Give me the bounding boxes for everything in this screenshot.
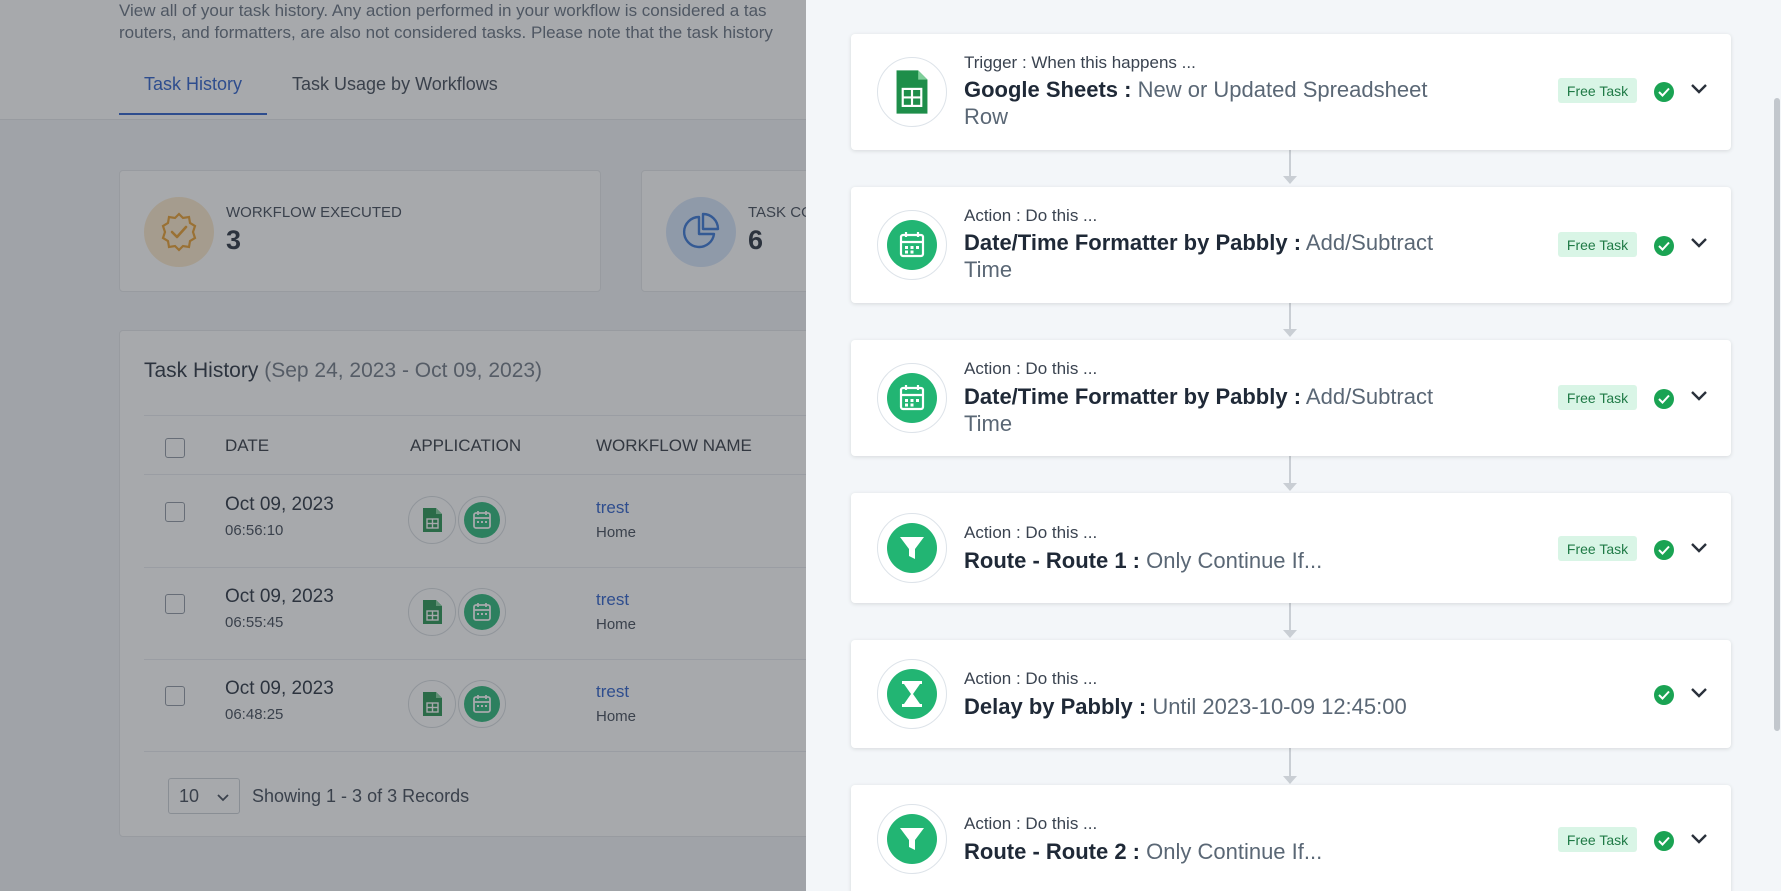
calendar-icon [877, 210, 947, 280]
step-type: Trigger : When this happens ... [964, 53, 1196, 72]
calendar-icon [877, 363, 947, 433]
drawer-scrollbar[interactable] [1773, 0, 1781, 891]
connector-arrow [1283, 630, 1297, 638]
step-connector [1289, 603, 1291, 631]
connector-arrow [1283, 329, 1297, 337]
step-type: Action : Do this ... [964, 523, 1098, 542]
success-check-icon [1654, 389, 1674, 409]
connector-arrow [1283, 483, 1297, 491]
filter-icon [877, 513, 947, 583]
workflow-step-trigger[interactable]: Trigger : When this happens ... Google S… [851, 34, 1731, 150]
free-task-badge: Free Task [1558, 385, 1637, 410]
connector-arrow [1283, 176, 1297, 184]
filter-icon [877, 804, 947, 874]
workflow-step-delay[interactable]: Action : Do this ... Delay by Pabbly : U… [851, 640, 1731, 748]
step-connector [1289, 748, 1291, 777]
step-type: Action : Do this ... [964, 359, 1098, 378]
hourglass-icon [877, 659, 947, 729]
step-type: Action : Do this ... [964, 669, 1098, 688]
chevron-down-icon[interactable] [1689, 537, 1709, 557]
step-type: Action : Do this ... [964, 814, 1098, 833]
step-title: Route - Route 1 : Only Continue If... [964, 548, 1323, 573]
step-title: Google Sheets : New or Updated Spreadshe… [964, 77, 1428, 129]
chevron-down-icon[interactable] [1689, 232, 1709, 252]
workflow-steps-drawer: Trigger : When this happens ... Google S… [806, 0, 1781, 891]
step-connector [1289, 456, 1291, 484]
success-check-icon [1654, 82, 1674, 102]
modal-backdrop[interactable] [0, 0, 806, 891]
chevron-down-icon[interactable] [1689, 78, 1709, 98]
step-title: Date/Time Formatter by Pabbly : Add/Subt… [964, 384, 1434, 436]
success-check-icon [1654, 236, 1674, 256]
free-task-badge: Free Task [1558, 232, 1637, 257]
step-title: Date/Time Formatter by Pabbly : Add/Subt… [964, 230, 1434, 282]
success-check-icon [1654, 540, 1674, 560]
step-title: Delay by Pabbly : Until 2023-10-09 12:45… [964, 694, 1407, 719]
free-task-badge: Free Task [1558, 827, 1637, 852]
step-connector [1289, 303, 1291, 330]
scrollbar-thumb[interactable] [1774, 98, 1780, 731]
step-connector [1289, 150, 1291, 177]
connector-arrow [1283, 776, 1297, 784]
free-task-badge: Free Task [1558, 536, 1637, 561]
chevron-down-icon[interactable] [1689, 385, 1709, 405]
workflow-step-action[interactable]: Action : Do this ... Date/Time Formatter… [851, 340, 1731, 456]
workflow-step-action[interactable]: Action : Do this ... Date/Time Formatter… [851, 187, 1731, 303]
step-type: Action : Do this ... [964, 206, 1098, 225]
step-title: Route - Route 2 : Only Continue If... [964, 839, 1323, 864]
success-check-icon [1654, 685, 1674, 705]
chevron-down-icon[interactable] [1689, 828, 1709, 848]
workflow-step-router[interactable]: Action : Do this ... Route - Route 2 : O… [851, 785, 1731, 891]
success-check-icon [1654, 831, 1674, 851]
google-sheets-icon [877, 57, 947, 127]
chevron-down-icon[interactable] [1689, 682, 1709, 702]
workflow-step-router[interactable]: Action : Do this ... Route - Route 1 : O… [851, 493, 1731, 603]
free-task-badge: Free Task [1558, 78, 1637, 103]
